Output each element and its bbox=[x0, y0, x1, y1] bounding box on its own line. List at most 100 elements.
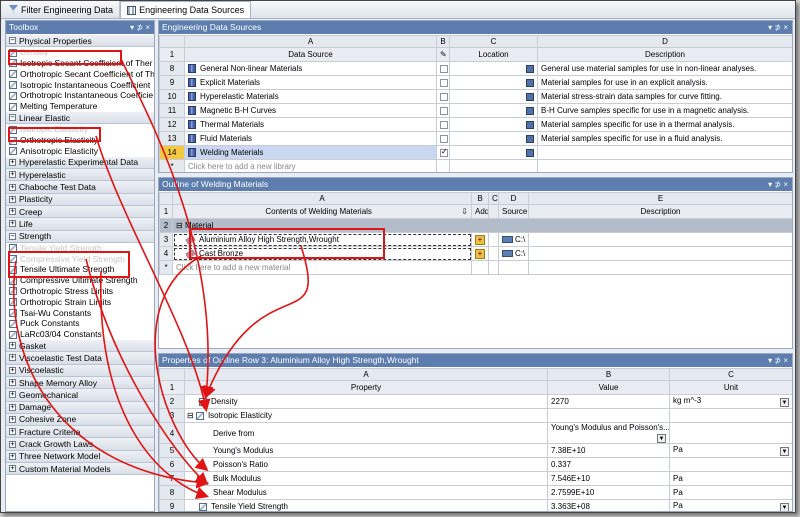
property-value-cell[interactable]: 0.337 bbox=[547, 457, 670, 472]
property-unit-cell[interactable]: Pa ▼ bbox=[669, 443, 792, 458]
toolbox-category[interactable]: + Creep bbox=[6, 205, 154, 219]
table-row[interactable]: 8 General Non-linear Materials General use… bbox=[159, 61, 792, 76]
toolbox-category[interactable]: + Hyperelastic Experimental Data bbox=[6, 156, 154, 170]
edit-cell[interactable] bbox=[436, 145, 450, 160]
property-row[interactable]: 6 Poisson's Ratio 0.337 bbox=[159, 457, 792, 472]
property-name-cell[interactable]: Shear Modulus bbox=[184, 485, 548, 500]
toolbox-category[interactable]: + Chaboche Test Data bbox=[6, 181, 154, 194]
browse-location-icon[interactable] bbox=[526, 120, 534, 129]
edit-cell[interactable] bbox=[436, 103, 450, 118]
toolbox-category[interactable]: + Cohesive Zone bbox=[6, 413, 154, 427]
toolbox-category[interactable]: + Life bbox=[6, 218, 154, 231]
property-row[interactable]: 2 Density 2270 kg m^-3 ▼ bbox=[159, 394, 792, 409]
material-name-cell[interactable]: Aluminium Alloy High Strength,Wrought bbox=[172, 232, 472, 247]
material-group-row[interactable]: 2 ⊟ Material bbox=[159, 218, 792, 233]
chevron-down-icon[interactable]: ▼ bbox=[657, 434, 666, 443]
property-value-cell[interactable]: 2270 bbox=[547, 394, 670, 409]
panel-controls[interactable]: ▾ ⊅ × bbox=[768, 354, 788, 367]
tab-filter-engineering-data[interactable]: Filter Engineering Data bbox=[3, 1, 121, 18]
location-cell[interactable] bbox=[449, 103, 538, 118]
browse-location-icon[interactable] bbox=[526, 148, 534, 157]
property-value-cell[interactable]: Young's Modulus and Poisson's... ▼ bbox=[547, 422, 670, 444]
expander-icon[interactable]: + bbox=[9, 391, 16, 399]
table-row[interactable]: 13 Fluid Materials Material samples specif… bbox=[159, 131, 792, 146]
toolbox-category[interactable]: + Viscoelastic bbox=[6, 364, 154, 377]
table-row[interactable]: 10 Hyperelastic Materials Material stress-… bbox=[159, 89, 792, 104]
chevron-down-icon[interactable]: ▼ bbox=[780, 398, 789, 407]
property-row[interactable]: 8 Shear Modulus 2.7599E+10 Pa bbox=[159, 485, 792, 500]
edit-cell[interactable] bbox=[436, 89, 450, 104]
property-unit-cell[interactable] bbox=[669, 408, 792, 423]
tab-engineering-data-sources[interactable]: Engineering Data Sources bbox=[120, 1, 252, 18]
toolbox-item[interactable]: Density bbox=[6, 47, 154, 59]
toolbox-item[interactable]: Tsai-Wu Constants bbox=[6, 307, 154, 319]
expander-icon[interactable]: − bbox=[9, 114, 16, 122]
panel-controls[interactable]: ▾ ⊅ × bbox=[130, 21, 150, 34]
expander-icon[interactable]: + bbox=[9, 415, 16, 423]
data-source-cell[interactable]: Magnetic B-H Curves bbox=[184, 103, 437, 118]
location-cell[interactable] bbox=[449, 145, 538, 160]
collapse-icon[interactable]: ⊟ bbox=[187, 411, 196, 420]
browse-location-icon[interactable] bbox=[526, 92, 534, 101]
toolbox-item[interactable]: Compressive Ultimate Strength bbox=[6, 275, 154, 287]
add-material-icon[interactable]: + bbox=[475, 248, 485, 259]
toolbox-category[interactable]: + Plasticity bbox=[6, 193, 154, 206]
edit-cell[interactable] bbox=[436, 75, 450, 90]
toolbox-category[interactable]: + Crack Growth Laws bbox=[6, 438, 154, 451]
toolbox-category[interactable]: + Fracture Criteria bbox=[6, 426, 154, 439]
expander-icon[interactable]: + bbox=[9, 158, 16, 166]
chevron-down-icon[interactable]: ▼ bbox=[780, 503, 789, 511]
toolbox-item[interactable]: Isotropic Instantaneous Coefficient bbox=[6, 79, 154, 91]
toolbox-item[interactable]: Orthotropic Elasticity bbox=[6, 135, 154, 146]
data-source-cell[interactable]: Welding Materials bbox=[184, 145, 437, 160]
expander-icon[interactable]: − bbox=[9, 232, 16, 240]
panel-controls[interactable]: ▾ ⊅ × bbox=[768, 178, 788, 191]
edit-checkbox[interactable] bbox=[440, 106, 448, 115]
add-library-row[interactable]: * Click here to add a new library bbox=[159, 159, 792, 172]
expander-icon[interactable]: + bbox=[9, 171, 16, 179]
property-row[interactable]: 4 Derive from Young's Modulus and Poisson'… bbox=[159, 422, 792, 444]
add-material-cell[interactable]: Click here to add a new material bbox=[172, 260, 472, 275]
toolbox-category[interactable]: + Gasket bbox=[6, 340, 154, 353]
browse-location-icon[interactable] bbox=[526, 134, 534, 143]
toolbox-item[interactable]: Tensile Ultimate Strength bbox=[6, 264, 154, 276]
chevron-down-icon[interactable]: ▼ bbox=[780, 447, 789, 456]
toolbox-item[interactable]: Compressive Yield Strength bbox=[6, 253, 154, 265]
data-source-cell[interactable]: Explicit Materials bbox=[184, 75, 437, 90]
expander-icon[interactable]: + bbox=[9, 208, 16, 216]
edit-cell[interactable] bbox=[436, 131, 450, 146]
toolbox-category[interactable]: + Geomechanical bbox=[6, 389, 154, 402]
toolbox-category[interactable]: + Three Network Model bbox=[6, 450, 154, 463]
property-unit-cell[interactable]: Pa bbox=[669, 471, 792, 486]
property-value-cell[interactable] bbox=[547, 408, 670, 423]
toolbox-category[interactable]: + Viscoelastic Test Data bbox=[6, 352, 154, 365]
expander-icon[interactable]: + bbox=[9, 440, 16, 448]
edit-checkbox[interactable] bbox=[440, 78, 448, 87]
expander-icon[interactable]: + bbox=[9, 428, 16, 436]
location-cell[interactable] bbox=[449, 75, 538, 90]
data-source-cell[interactable]: General Non-linear Materials bbox=[184, 61, 437, 76]
property-unit-cell[interactable]: Pa bbox=[669, 485, 792, 500]
property-row[interactable]: 9 Tensile Yield Strength 3.363E+08 Pa ▼ bbox=[159, 499, 792, 511]
edit-checkbox[interactable] bbox=[440, 120, 448, 129]
edit-cell[interactable] bbox=[436, 117, 450, 132]
expander-icon[interactable]: − bbox=[9, 37, 16, 45]
property-value-cell[interactable]: 2.7599E+10 bbox=[547, 485, 670, 500]
toolbox-item[interactable]: Puck Constants bbox=[6, 318, 154, 330]
property-value-cell[interactable]: 7.546E+10 bbox=[547, 471, 670, 486]
material-name-cell[interactable]: Cast Bronze bbox=[172, 246, 472, 261]
property-unit-cell[interactable] bbox=[669, 422, 792, 444]
property-name-cell[interactable]: ⊟ Isotropic Elasticity bbox=[184, 408, 548, 423]
property-name-cell[interactable]: Young's Modulus bbox=[184, 443, 548, 458]
toolbox-category[interactable]: + Shape Memory Alloy bbox=[6, 376, 154, 390]
property-name-cell[interactable]: Bulk Modulus bbox=[184, 471, 548, 486]
toolbox-item[interactable]: Isotropic Elasticity bbox=[6, 124, 154, 136]
property-value-cell[interactable]: 3.363E+08 bbox=[547, 499, 670, 511]
edit-checkbox[interactable] bbox=[440, 134, 448, 143]
toolbox-item[interactable]: Orthotropic Strain Limits bbox=[6, 296, 154, 308]
property-unit-cell[interactable]: Pa ▼ bbox=[669, 499, 792, 511]
expander-icon[interactable]: + bbox=[9, 354, 16, 362]
toolbox-item[interactable]: Melting Temperature bbox=[6, 101, 154, 113]
location-cell[interactable] bbox=[449, 89, 538, 104]
expander-icon[interactable]: + bbox=[9, 183, 16, 191]
